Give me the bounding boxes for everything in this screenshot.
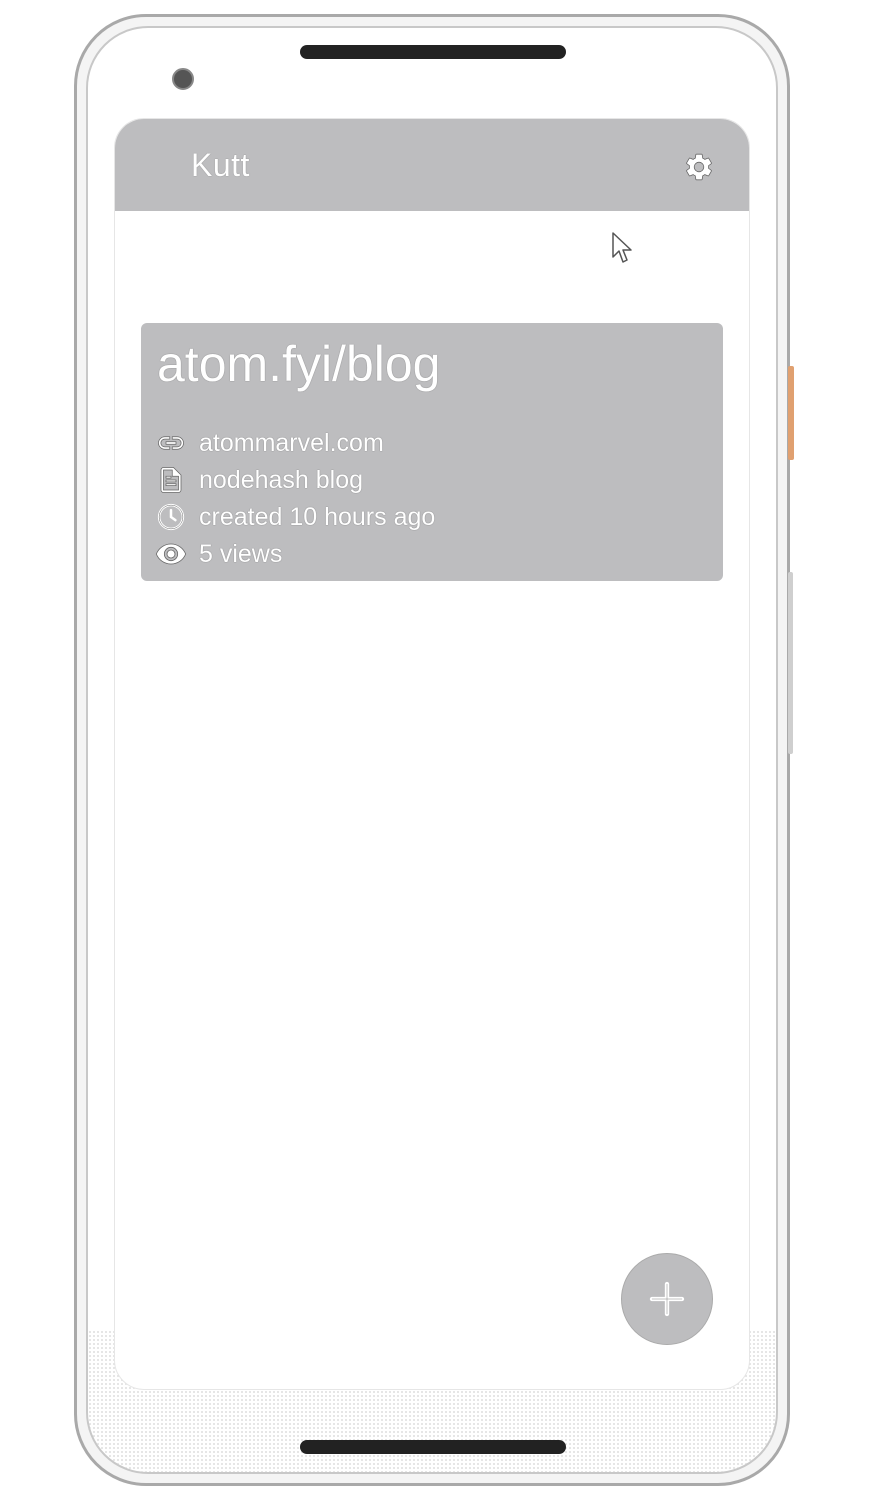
mouse-cursor-icon: [612, 232, 632, 263]
app-title: Kutt: [191, 147, 250, 183]
volume-button: [788, 572, 793, 754]
power-button: [788, 366, 794, 460]
short-url: atom.fyi/blog: [157, 336, 441, 392]
link-card[interactable]: atom.fyi/blog atommarvel.com nodehash bl…: [141, 323, 723, 581]
eye-icon: [155, 538, 187, 570]
settings-button[interactable]: [679, 147, 719, 187]
plus-icon: [649, 1281, 685, 1317]
views-row: 5 views: [155, 538, 282, 570]
app-bar: Kutt: [115, 119, 749, 211]
front-camera: [172, 68, 194, 90]
created-time: created 10 hours ago: [199, 502, 436, 531]
device-stage: Kutt atom.fyi/blog atommarvel.com nodeha…: [0, 0, 872, 1498]
link-icon: [155, 427, 187, 459]
gear-icon: [686, 153, 712, 181]
bottom-speaker: [300, 1440, 566, 1454]
link-description: nodehash blog: [199, 465, 364, 494]
top-speaker: [300, 45, 566, 59]
target-url: atommarvel.com: [199, 428, 384, 457]
document-icon: [155, 464, 187, 496]
description-row: nodehash blog: [155, 464, 363, 496]
view-count: 5 views: [199, 539, 283, 568]
clock-icon: [155, 501, 187, 533]
created-row: created 10 hours ago: [155, 501, 435, 533]
add-link-button[interactable]: [621, 1253, 713, 1345]
app-screen: Kutt atom.fyi/blog atommarvel.com nodeha…: [114, 118, 750, 1390]
target-url-row: atommarvel.com: [155, 427, 384, 459]
